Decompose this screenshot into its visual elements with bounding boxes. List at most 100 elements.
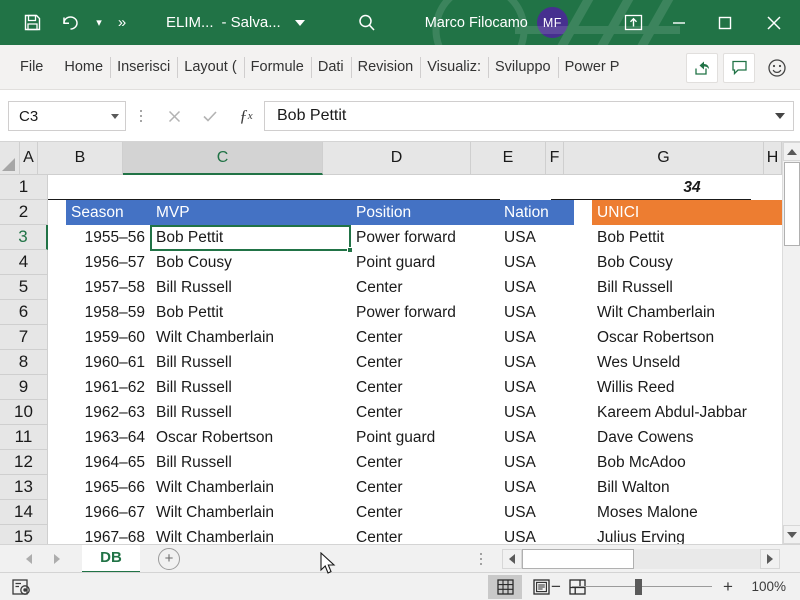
cell-a9[interactable] bbox=[48, 375, 66, 400]
cell-a13[interactable] bbox=[48, 475, 66, 500]
cell-b13-season[interactable]: 1965–66 bbox=[66, 475, 151, 500]
cell-e3-nation[interactable]: USA bbox=[499, 225, 574, 250]
cell-b11-season[interactable]: 1963–64 bbox=[66, 425, 151, 450]
cell-b14-season[interactable]: 1966–67 bbox=[66, 500, 151, 525]
vertical-scroll-thumb[interactable] bbox=[784, 162, 800, 246]
cell-e7-nation[interactable]: USA bbox=[499, 325, 574, 350]
ribbon-display-options-icon[interactable] bbox=[610, 0, 656, 45]
share-icon[interactable] bbox=[686, 52, 718, 83]
cell-f9[interactable] bbox=[574, 375, 592, 400]
tab-inserisci[interactable]: Inserisci bbox=[110, 45, 177, 90]
cell-a2[interactable] bbox=[48, 200, 66, 225]
cell-d5-position[interactable]: Center bbox=[351, 275, 499, 300]
cell-a12[interactable] bbox=[48, 450, 66, 475]
cell-b9-season[interactable]: 1961–62 bbox=[66, 375, 151, 400]
cell-b6-season[interactable]: 1958–59 bbox=[66, 300, 151, 325]
cell-f13[interactable] bbox=[574, 475, 592, 500]
minimize-icon[interactable] bbox=[656, 0, 702, 45]
cell-f12[interactable] bbox=[574, 450, 592, 475]
cell-g9-unici[interactable]: Willis Reed bbox=[592, 375, 782, 400]
cell-b3-season[interactable]: 1955–56 bbox=[66, 225, 151, 250]
cell-f4[interactable] bbox=[574, 250, 592, 275]
formula-bar-expand-icon[interactable] bbox=[775, 113, 785, 119]
cell-g11-unici[interactable]: Dave Cowens bbox=[592, 425, 782, 450]
formula-input[interactable]: Bob Pettit bbox=[264, 101, 794, 131]
scroll-down-icon[interactable] bbox=[783, 525, 800, 544]
cell-d11-position[interactable]: Point guard bbox=[351, 425, 499, 450]
cell-a6[interactable] bbox=[48, 300, 66, 325]
header-nation[interactable]: Nation bbox=[499, 200, 574, 225]
cell-f7[interactable] bbox=[574, 325, 592, 350]
select-all-corner[interactable] bbox=[0, 142, 20, 175]
cell-c3-mvp[interactable]: Bob Pettit bbox=[151, 225, 351, 250]
column-header-e[interactable]: E bbox=[471, 142, 546, 175]
cell-c6-mvp[interactable]: Bob Pettit bbox=[151, 300, 351, 325]
document-title-chevron-icon[interactable] bbox=[294, 19, 305, 26]
cell-f5[interactable] bbox=[574, 275, 592, 300]
cell-f3[interactable] bbox=[574, 225, 592, 250]
next-sheet-icon[interactable] bbox=[54, 553, 60, 564]
cell-f11[interactable] bbox=[574, 425, 592, 450]
row-header-4[interactable]: 4 bbox=[0, 250, 48, 275]
cell-b7-season[interactable]: 1959–60 bbox=[66, 325, 151, 350]
cell-g13-unici[interactable]: Bill Walton bbox=[592, 475, 782, 500]
cell-g12-unici[interactable]: Bob McAdoo bbox=[592, 450, 782, 475]
cell-f14[interactable] bbox=[574, 500, 592, 525]
cell-a15[interactable] bbox=[48, 525, 66, 544]
cell-e1[interactable] bbox=[499, 175, 574, 200]
sheet-tab-db[interactable]: DB bbox=[82, 544, 140, 573]
cell-b4-season[interactable]: 1956–57 bbox=[66, 250, 151, 275]
row-header-13[interactable]: 13 bbox=[0, 475, 48, 500]
tab-file[interactable]: File bbox=[0, 45, 57, 90]
row-header-6[interactable]: 6 bbox=[0, 300, 48, 325]
tab-revisione[interactable]: Revision bbox=[350, 45, 421, 90]
cell-f2[interactable] bbox=[574, 200, 592, 225]
cell-d1[interactable] bbox=[351, 175, 499, 200]
cell-g15-unici[interactable]: Julius Erving bbox=[592, 525, 782, 545]
cell-a4[interactable] bbox=[48, 250, 66, 275]
column-header-g[interactable]: G bbox=[564, 142, 764, 175]
cell-b8-season[interactable]: 1960–61 bbox=[66, 350, 151, 375]
close-icon[interactable] bbox=[748, 0, 800, 45]
row-header-2[interactable]: 2 bbox=[0, 200, 48, 225]
cell-e11-nation[interactable]: USA bbox=[499, 425, 574, 450]
cell-e4-nation[interactable]: USA bbox=[499, 250, 574, 275]
cell-b15-season[interactable]: 1967–68 bbox=[66, 525, 151, 545]
zoom-slider-thumb[interactable] bbox=[635, 578, 642, 595]
cell-c15-mvp[interactable]: Wilt Chamberlain bbox=[151, 525, 351, 545]
zoom-out-button[interactable]: − bbox=[549, 577, 563, 597]
zoom-in-button[interactable]: + bbox=[721, 577, 735, 597]
cell-c12-mvp[interactable]: Bill Russell bbox=[151, 450, 351, 475]
tab-visualizza[interactable]: Visualiz: bbox=[420, 45, 488, 90]
cell-g6-unici[interactable]: Wilt Chamberlain bbox=[592, 300, 782, 325]
save-icon[interactable] bbox=[16, 7, 48, 39]
cell-f10[interactable] bbox=[574, 400, 592, 425]
cell-d4-position[interactable]: Point guard bbox=[351, 250, 499, 275]
formula-bar-grip[interactable] bbox=[130, 110, 152, 122]
cell-d7-position[interactable]: Center bbox=[351, 325, 499, 350]
row-header-1[interactable]: 1 bbox=[0, 175, 48, 200]
tab-bar-grip[interactable] bbox=[480, 553, 482, 565]
cell-b10-season[interactable]: 1962–63 bbox=[66, 400, 151, 425]
row-header-11[interactable]: 11 bbox=[0, 425, 48, 450]
cell-d13-position[interactable]: Center bbox=[351, 475, 499, 500]
row-header-8[interactable]: 8 bbox=[0, 350, 48, 375]
fill-handle[interactable] bbox=[347, 247, 353, 253]
zoom-slider[interactable] bbox=[572, 578, 712, 595]
name-box-chevron-down-icon[interactable] bbox=[111, 113, 119, 119]
column-header-f[interactable]: F bbox=[546, 142, 564, 175]
cell-a10[interactable] bbox=[48, 400, 66, 425]
cell-d6-position[interactable]: Power forward bbox=[351, 300, 499, 325]
cell-b12-season[interactable]: 1964–65 bbox=[66, 450, 151, 475]
vertical-scrollbar[interactable] bbox=[782, 142, 800, 544]
account-area[interactable]: Marco Filocamo MF bbox=[425, 7, 568, 38]
cell-g1-unique-count[interactable]: 34 bbox=[592, 175, 782, 200]
qat-more-icon[interactable]: » bbox=[112, 7, 132, 39]
cell-d10-position[interactable]: Center bbox=[351, 400, 499, 425]
row-header-10[interactable]: 10 bbox=[0, 400, 48, 425]
tab-sviluppo[interactable]: Sviluppo bbox=[487, 45, 558, 90]
smiley-feedback-icon[interactable] bbox=[760, 53, 794, 83]
cell-g10-unici[interactable]: Kareem Abdul-Jabbar bbox=[592, 400, 782, 425]
column-header-h[interactable]: H bbox=[764, 142, 782, 175]
cell-c1[interactable] bbox=[151, 175, 351, 200]
